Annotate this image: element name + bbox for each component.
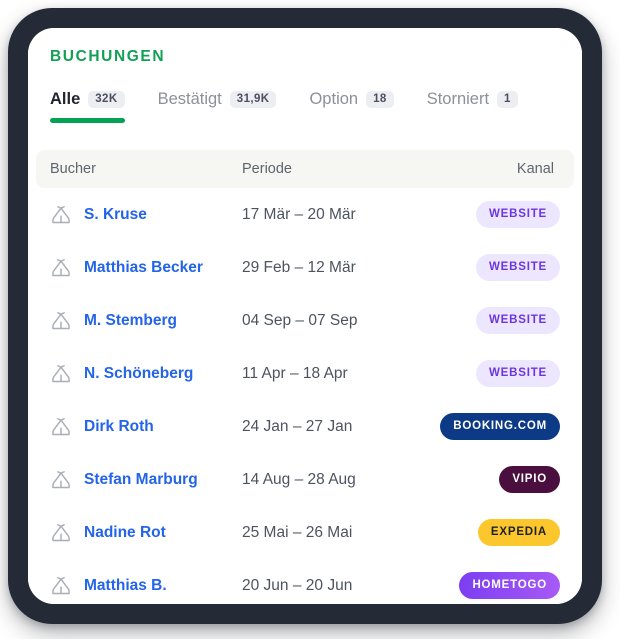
cell-kanal: WEBSITE [438, 254, 560, 281]
channel-badge: WEBSITE [476, 360, 560, 387]
cell-bucher: Matthias B. [50, 575, 242, 597]
channel-badge: HOMETOGO [459, 572, 560, 599]
cabin-icon [50, 204, 72, 226]
tab-bar: Alle 32K Bestätigt 31,9K Option 18 Storniert 1 [50, 88, 582, 136]
cell-periode: 04 Sep – 07 Sep [242, 311, 358, 329]
tab-count-badge: 32K [88, 90, 125, 109]
channel-badge: EXPEDIA [477, 519, 560, 546]
booker-link[interactable]: Matthias B. [84, 577, 167, 595]
booker-link[interactable]: Nadine Rot [84, 524, 166, 542]
cell-bucher: Dirk Roth [50, 416, 242, 438]
channel-badge: WEBSITE [476, 201, 560, 228]
table-row[interactable]: Dirk Roth 24 Jan – 27 Jan BOOKING.COM [36, 400, 574, 453]
cell-kanal: HOMETOGO [438, 572, 560, 599]
table-row[interactable]: Nadine Rot 25 Mai – 26 Mai EXPEDIA [36, 506, 574, 559]
channel-badge: BOOKING.COM [440, 413, 560, 440]
booker-link[interactable]: N. Schöneberg [84, 365, 193, 383]
table-body: S. Kruse 17 Mär – 20 Mär WEBSITE Matthias B… [36, 188, 574, 604]
tab-count-badge: 1 [497, 90, 518, 109]
table-row[interactable]: Stefan Marburg 14 Aug – 28 Aug VIPIO [36, 453, 574, 506]
table-header-row: Bucher Periode Kanal [36, 150, 574, 188]
cell-kanal: BOOKING.COM [438, 413, 560, 440]
channel-badge: WEBSITE [476, 307, 560, 334]
cabin-icon [50, 416, 72, 438]
cell-periode: 17 Mär – 20 Mär [242, 205, 356, 223]
column-header-periode: Periode [242, 161, 292, 177]
bookings-table: Bucher Periode Kanal S. Kruse 17 Mär – 20… [36, 150, 574, 604]
column-header-kanal: Kanal [516, 161, 554, 177]
cell-periode: 29 Feb – 12 Mär [242, 258, 356, 276]
cell-bucher: Nadine Rot [50, 522, 242, 544]
tab-label: Bestätigt [157, 90, 222, 108]
column-header-bucher: Bucher [50, 161, 96, 177]
cabin-icon [50, 522, 72, 544]
booker-link[interactable]: S. Kruse [84, 206, 147, 224]
cell-bucher: Stefan Marburg [50, 469, 242, 491]
tab-label: Alle [50, 90, 81, 108]
cabin-icon [50, 257, 72, 279]
cell-kanal: WEBSITE [438, 307, 560, 334]
booker-link[interactable]: Stefan Marburg [84, 471, 198, 489]
booker-link[interactable]: Dirk Roth [84, 418, 154, 436]
cabin-icon [50, 575, 72, 597]
table-row[interactable]: Matthias B. 20 Jun – 20 Jun HOMETOGO [36, 559, 574, 604]
device-screen: BUCHUNGEN Alle 32K Bestätigt 31,9K Option 18 S… [28, 28, 582, 604]
tab-label: Option [309, 90, 359, 108]
page-title: BUCHUNGEN [50, 48, 166, 65]
tab-active-indicator [50, 118, 125, 123]
table-row[interactable]: M. Stemberg 04 Sep – 07 Sep WEBSITE [36, 294, 574, 347]
cabin-icon [50, 310, 72, 332]
cell-periode: 11 Apr – 18 Apr [242, 364, 348, 382]
cell-bucher: N. Schöneberg [50, 363, 242, 385]
tab-count-badge: 31,9K [229, 90, 277, 109]
cell-periode: 20 Jun – 20 Jun [242, 576, 353, 594]
tab-label: Storniert [426, 90, 490, 108]
cell-kanal: VIPIO [438, 466, 560, 493]
cell-bucher: M. Stemberg [50, 310, 242, 332]
tab-storniert[interactable]: Storniert 1 [427, 88, 518, 125]
channel-badge: VIPIO [499, 466, 560, 493]
tab-option[interactable]: Option 18 [309, 88, 394, 125]
table-row[interactable]: N. Schöneberg 11 Apr – 18 Apr WEBSITE [36, 347, 574, 400]
tab-alle[interactable]: Alle 32K [50, 88, 125, 125]
device-bezel: BUCHUNGEN Alle 32K Bestätigt 31,9K Option 18 S… [8, 8, 602, 624]
cell-kanal: WEBSITE [438, 360, 560, 387]
cell-periode: 25 Mai – 26 Mai [242, 523, 353, 541]
table-row[interactable]: S. Kruse 17 Mär – 20 Mär WEBSITE [36, 188, 574, 241]
tab-count-badge: 18 [366, 90, 394, 109]
booker-link[interactable]: Matthias Becker [84, 259, 203, 277]
cabin-icon [50, 469, 72, 491]
channel-badge: WEBSITE [476, 254, 560, 281]
cell-kanal: EXPEDIA [438, 519, 560, 546]
tab-best-tigt[interactable]: Bestätigt 31,9K [158, 88, 277, 125]
cell-periode: 14 Aug – 28 Aug [242, 470, 356, 488]
cell-periode: 24 Jan – 27 Jan [242, 417, 353, 435]
bookings-panel: BUCHUNGEN Alle 32K Bestätigt 31,9K Option 18 S… [28, 28, 582, 604]
cell-bucher: Matthias Becker [50, 257, 242, 279]
cabin-icon [50, 363, 72, 385]
booker-link[interactable]: M. Stemberg [84, 312, 177, 330]
table-row[interactable]: Matthias Becker 29 Feb – 12 Mär WEBSITE [36, 241, 574, 294]
cell-kanal: WEBSITE [438, 201, 560, 228]
cell-bucher: S. Kruse [50, 204, 242, 226]
